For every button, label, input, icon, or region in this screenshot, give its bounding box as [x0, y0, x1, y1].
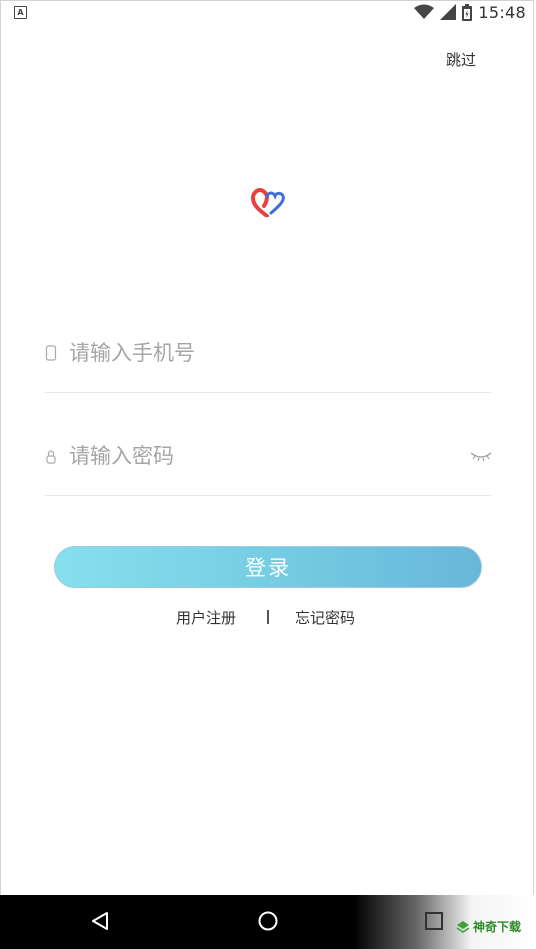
watermark-logo-icon — [456, 920, 470, 933]
forgot-password-link[interactable]: 忘记密码 — [295, 607, 355, 628]
clock: 15:48 — [478, 2, 526, 22]
lock-icon — [46, 450, 56, 464]
recents-icon[interactable] — [425, 912, 443, 930]
status-right: 15:48 — [414, 3, 526, 22]
home-icon[interactable] — [257, 910, 279, 932]
phone-input[interactable] — [69, 333, 459, 373]
password-field-row — [45, 426, 492, 496]
register-link[interactable]: 用户注册 — [176, 607, 236, 628]
skip-button[interactable]: 跳过 — [446, 49, 476, 70]
password-input[interactable] — [69, 436, 459, 476]
wifi-icon — [414, 4, 435, 19]
watermark-text: 神奇下载 — [473, 920, 522, 934]
watermark: 神奇下载 — [456, 918, 521, 935]
status-left: A — [14, 5, 27, 19]
eye-closed-icon[interactable] — [470, 450, 492, 464]
phone-icon — [45, 345, 57, 361]
status-bar: A 15:48 — [0, 0, 536, 24]
phone-field-row — [45, 323, 491, 393]
app-logo-icon — [250, 187, 285, 217]
link-divider — [267, 610, 269, 624]
back-icon[interactable] — [90, 910, 112, 932]
notification-icon: A — [14, 5, 27, 19]
signal-icon — [440, 4, 457, 20]
login-button[interactable]: 登录 — [54, 546, 482, 588]
battery-icon — [462, 3, 473, 21]
